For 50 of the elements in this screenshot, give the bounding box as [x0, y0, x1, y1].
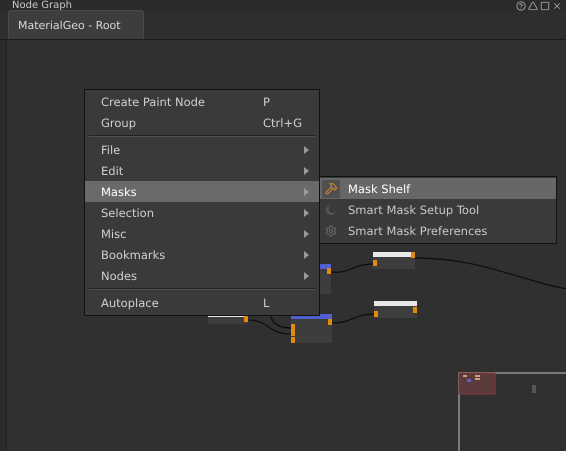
menu-item[interactable]: Group Ctrl+G — [85, 112, 319, 133]
menu-item-label: Nodes — [101, 268, 138, 282]
submenu-arrow-icon — [304, 188, 309, 196]
graph-node[interactable] — [374, 301, 417, 318]
submenu-arrow-icon — [304, 208, 309, 216]
shortcut-label: Ctrl+G — [263, 116, 304, 130]
menu-item[interactable]: Smart Mask Setup Tool — [320, 199, 556, 220]
settings-icon — [325, 224, 337, 236]
menu-item-label: Masks — [101, 184, 137, 198]
menu-item-label: Misc — [101, 226, 126, 240]
menu-item[interactable]: Masks — [85, 181, 319, 202]
menu-item-label: File — [101, 142, 120, 156]
menu-item-label: Edit — [101, 164, 124, 178]
panel-title: Node Graph — [12, 0, 72, 12]
menu-item[interactable]: Misc — [85, 223, 319, 244]
shortcut-label: P — [263, 94, 271, 108]
menu-item-label: Autoplace — [101, 296, 159, 310]
menu-item-label: Smart Mask Setup Tool — [348, 202, 480, 216]
tools-icon — [324, 182, 338, 195]
menu-item-label: Mask Shelf — [348, 182, 410, 196]
menu-item[interactable]: Selection — [85, 202, 319, 223]
wire — [330, 263, 374, 273]
menu-item[interactable]: Mask Shelf — [320, 178, 556, 199]
submenu-arrow-icon — [304, 230, 309, 238]
help-icon[interactable] — [516, 1, 526, 11]
graph-node[interactable] — [373, 252, 415, 269]
submenu-arrow-icon — [304, 272, 309, 280]
shortcut-label: L — [263, 296, 270, 310]
submenu-arrow-icon — [304, 146, 309, 154]
menu-item[interactable]: Bookmarks — [85, 244, 319, 265]
menu-item-label: Create Paint Node — [101, 94, 205, 108]
menu-item-label: Bookmarks — [101, 248, 166, 262]
wire — [332, 313, 376, 324]
minimap-drawing[interactable] — [458, 372, 566, 451]
menu-item-label: Smart Mask Preferences — [348, 224, 488, 238]
menu-item-label: Group — [101, 116, 136, 130]
menu-item[interactable]: Smart Mask Preferences — [320, 220, 556, 241]
triangle-icon[interactable] — [528, 1, 538, 11]
menu-item[interactable]: Create Paint Node P — [85, 91, 319, 112]
graph-node[interactable] — [291, 314, 332, 343]
close-icon[interactable] — [552, 1, 562, 11]
menu-item-label: Selection — [101, 206, 154, 220]
maximize-icon[interactable] — [540, 1, 550, 11]
tab[interactable]: MaterialGeo - Root — [8, 10, 144, 39]
submenu-arrow-icon — [304, 166, 309, 174]
submenu-arrow-icon — [304, 250, 309, 258]
menu-item[interactable]: Autoplace L — [85, 292, 319, 313]
menu-item[interactable]: Nodes — [85, 265, 319, 286]
menu-item[interactable]: File — [85, 139, 319, 160]
menu-item[interactable]: Edit — [85, 160, 319, 181]
